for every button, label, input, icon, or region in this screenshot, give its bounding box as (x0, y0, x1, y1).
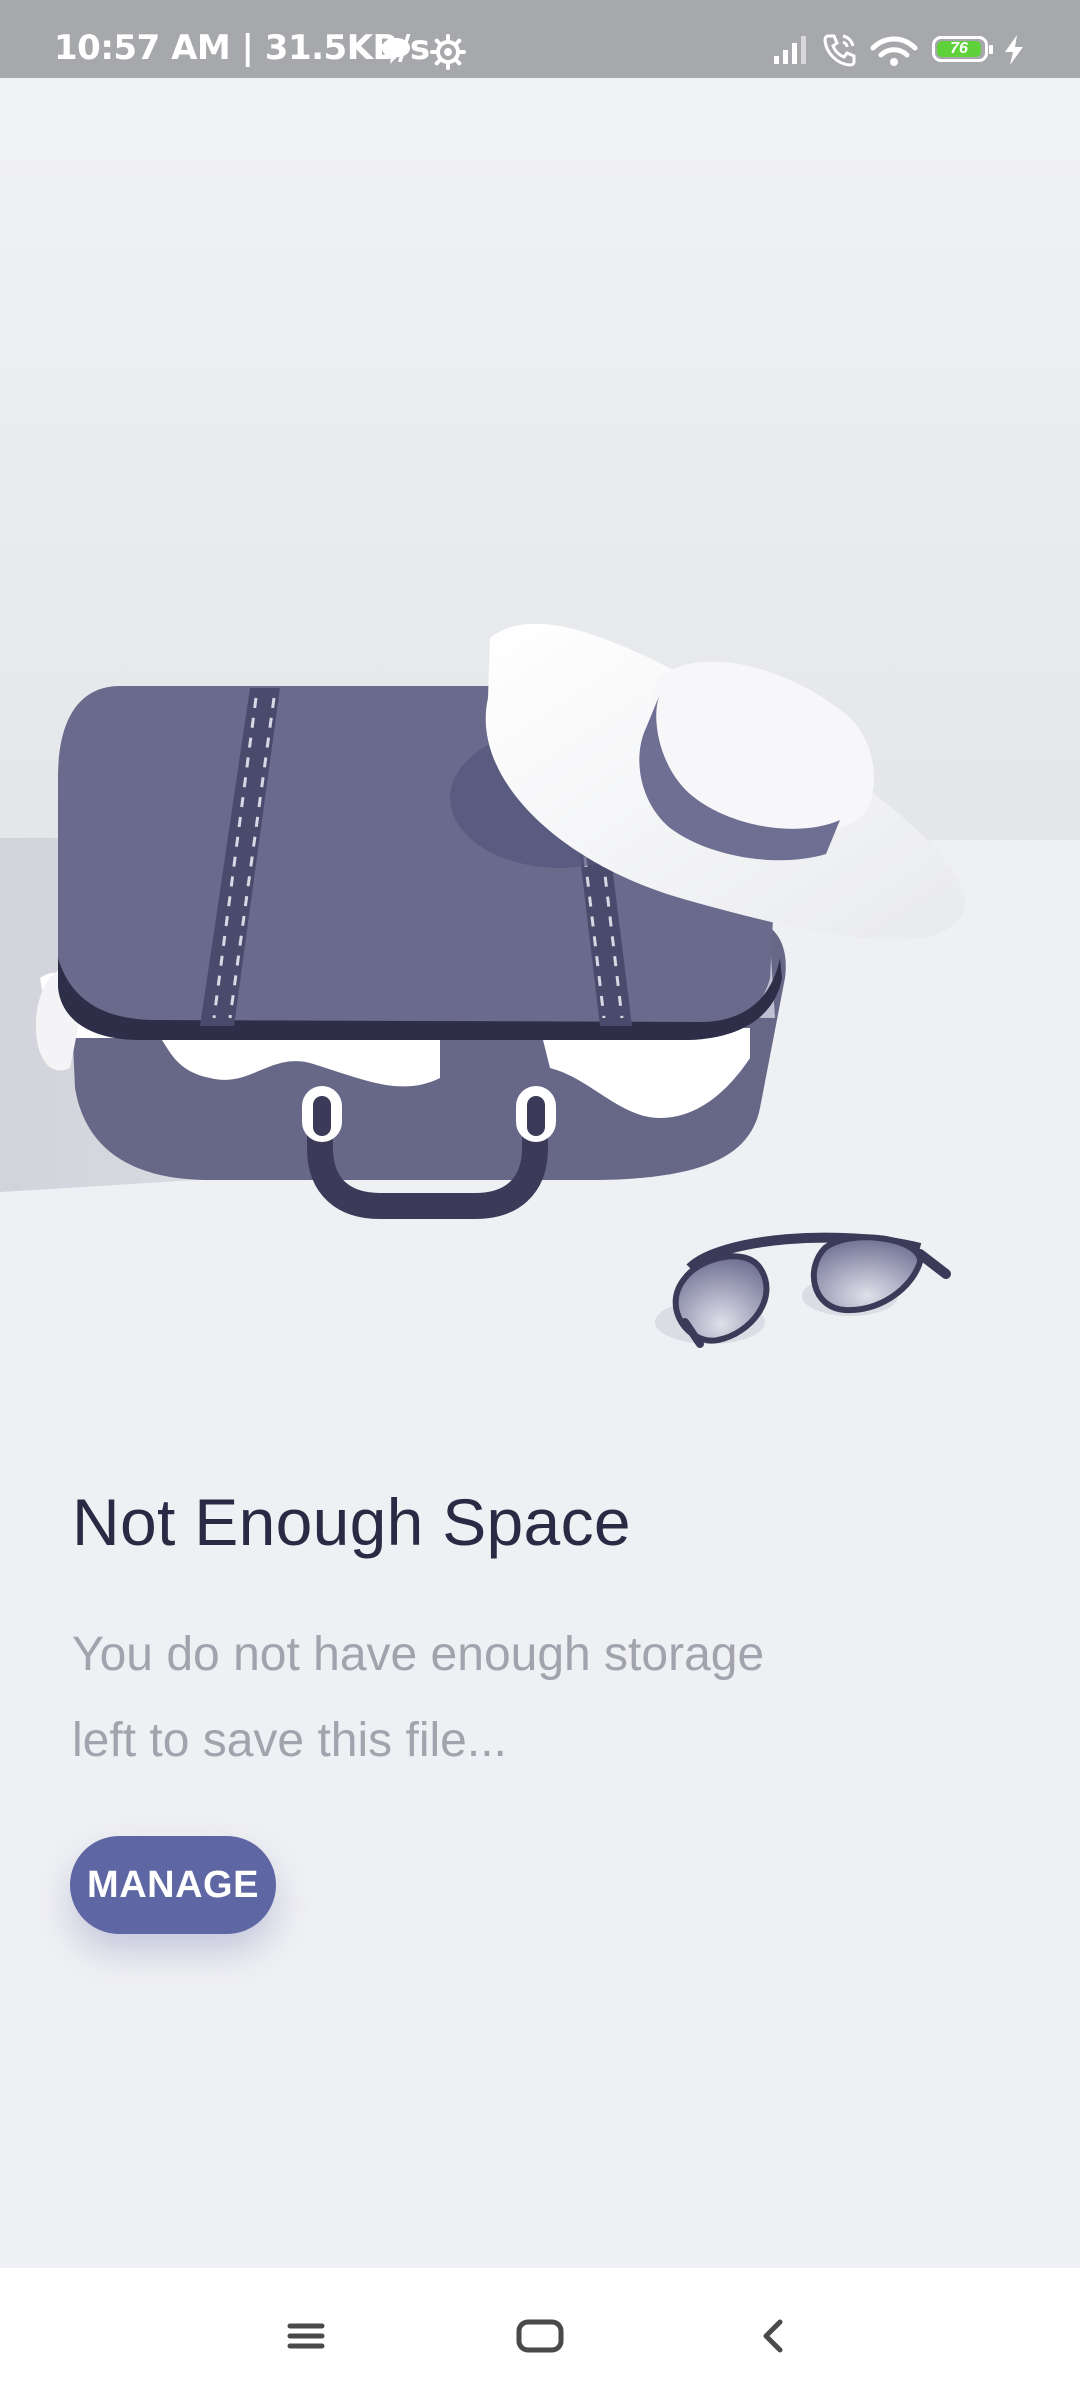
storage-message-line-2: left to save this file... (72, 1714, 507, 1767)
battery-icon: 76 (932, 36, 993, 62)
page-title: Not Enough Space (72, 1485, 631, 1559)
suitcase-illustration (0, 78, 1080, 1398)
chat-bubble-icon (382, 38, 410, 64)
signal-icon (774, 36, 806, 64)
status-time: 10:57 AM | 31.5KB/s (54, 28, 430, 68)
gear-icon (430, 34, 466, 70)
home-icon[interactable] (510, 2314, 570, 2358)
charging-bolt-icon (1005, 35, 1023, 65)
manage-button[interactable]: MANAGE (70, 1836, 276, 1934)
navigation-bar (0, 2268, 1080, 2400)
battery-level: 76 (937, 41, 981, 57)
storage-message-line-1: You do not have enough storage (72, 1628, 765, 1681)
storage-message: You do not have enough storage left to s… (72, 1612, 872, 1784)
wifi-calling-icon (823, 34, 856, 67)
back-icon[interactable] (744, 2314, 804, 2358)
wifi-icon (870, 36, 918, 66)
status-bar: 10:57 AM | 31.5KB/s 76 (0, 0, 1080, 78)
recents-menu-icon[interactable] (276, 2314, 336, 2358)
